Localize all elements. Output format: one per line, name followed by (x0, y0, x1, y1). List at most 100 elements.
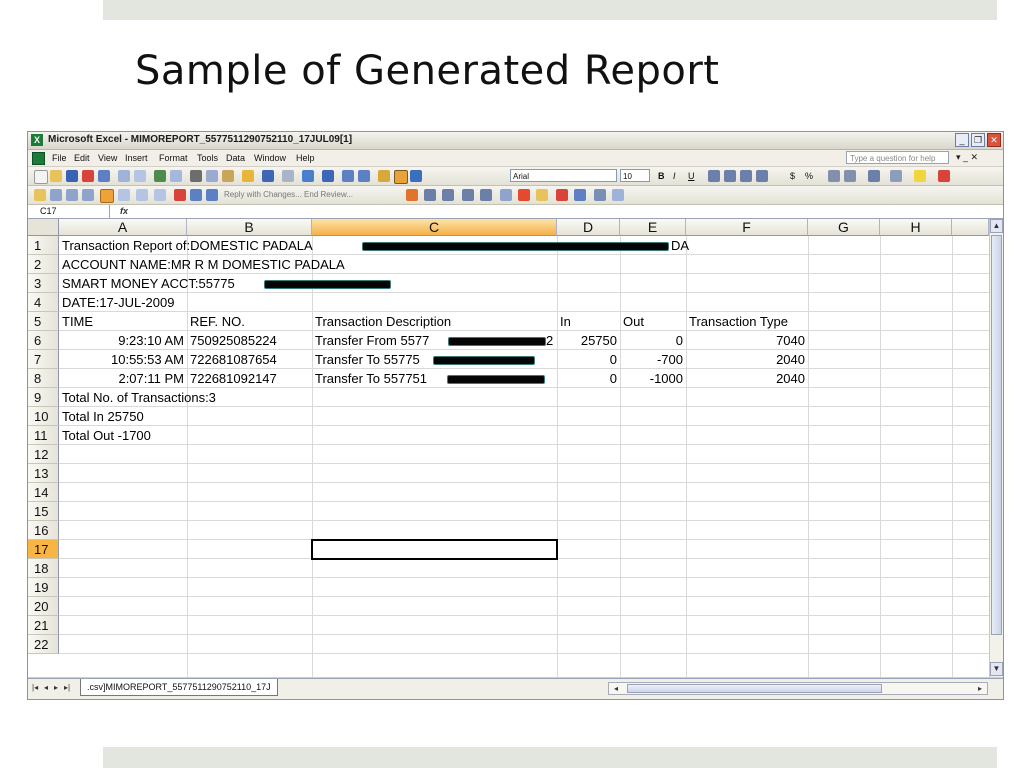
menu-tools[interactable]: Tools (197, 153, 218, 163)
trace-dependents-icon[interactable] (424, 189, 436, 201)
cell-c6-tail[interactable]: 2 (546, 331, 553, 350)
cell-a6[interactable]: 9:23:10 AM (59, 331, 184, 350)
row-header[interactable]: 9 (28, 388, 59, 407)
accept-changes-icon[interactable] (136, 189, 148, 201)
cell-c5[interactable]: Transaction Description (315, 312, 451, 331)
track-changes-icon[interactable] (118, 189, 130, 201)
cell-b6[interactable]: 750925085224 (190, 331, 277, 350)
help-search-input[interactable]: Type a question for help (846, 151, 949, 164)
scroll-right-icon[interactable]: ▸ (973, 683, 987, 694)
cell-a9[interactable]: Total No. of Transactions:3 (62, 388, 216, 407)
cell-e8[interactable]: -1000 (620, 369, 683, 388)
menu-file[interactable]: File (52, 153, 67, 163)
column-header-f[interactable]: F (686, 219, 808, 236)
permission-icon[interactable] (82, 170, 94, 182)
cell-a7[interactable]: 10:55:53 AM (59, 350, 184, 369)
comment-next-icon[interactable] (66, 189, 78, 201)
cell-c7[interactable]: Transfer To 55775 (315, 350, 420, 369)
align-center-icon[interactable] (724, 170, 736, 182)
row-header[interactable]: 16 (28, 521, 59, 540)
cell-a3[interactable]: SMART MONEY ACCT:55775 (62, 274, 235, 293)
first-sheet-icon[interactable]: |◂ (32, 683, 38, 692)
row-header[interactable]: 15 (28, 502, 59, 521)
new-icon[interactable] (34, 170, 48, 184)
hyperlink-icon[interactable] (302, 170, 314, 182)
redo-icon[interactable] (282, 170, 294, 182)
evaluate-formula-icon[interactable] (556, 189, 568, 201)
paste-icon[interactable] (222, 170, 234, 182)
column-header-h[interactable]: H (880, 219, 952, 236)
open-icon[interactable] (50, 170, 62, 182)
comment-icon[interactable] (50, 189, 62, 201)
print-icon[interactable] (118, 170, 130, 182)
sort-ascending-icon[interactable] (342, 170, 354, 182)
restore-button[interactable]: ❐ (971, 133, 985, 147)
horizontal-scrollbar[interactable]: ◂ ▸ (608, 682, 988, 695)
sheet-tab[interactable]: .csv]MIMOREPORT_5577511290752110_17J (80, 679, 278, 696)
cell-a10[interactable]: Total In 25750 (62, 407, 144, 426)
fill-color-icon[interactable] (914, 170, 926, 182)
increase-decimal-icon[interactable] (828, 170, 840, 182)
row-header[interactable]: 12 (28, 445, 59, 464)
cell-d6[interactable]: 25750 (557, 331, 617, 350)
spelling-icon[interactable] (154, 170, 166, 182)
prev-sheet-icon[interactable]: ◂ (44, 683, 48, 692)
row-header[interactable]: 7 (28, 350, 59, 369)
delete-comment-icon[interactable] (174, 189, 186, 201)
column-header-e[interactable]: E (620, 219, 686, 236)
row-header[interactable]: 11 (28, 426, 59, 445)
workbook-icon[interactable] (32, 152, 45, 165)
cut-icon[interactable] (190, 170, 202, 182)
row-header[interactable]: 22 (28, 635, 59, 654)
name-box[interactable]: C17 (30, 205, 110, 218)
row-header[interactable]: 14 (28, 483, 59, 502)
undo-icon[interactable] (262, 170, 274, 182)
menu-insert[interactable]: Insert (125, 153, 148, 163)
save-icon[interactable] (66, 170, 78, 182)
column-header-g[interactable]: G (808, 219, 880, 236)
font-size-select[interactable]: 10 (620, 169, 650, 182)
row-header[interactable]: 4 (28, 293, 59, 312)
column-header-b[interactable]: B (187, 219, 312, 236)
borders-icon[interactable] (890, 170, 902, 182)
cell-b5[interactable]: REF. NO. (190, 312, 245, 331)
scroll-up-icon[interactable]: ▲ (990, 219, 1003, 233)
vertical-scrollbar[interactable]: ▲ ▼ (989, 219, 1003, 677)
underline-button[interactable]: U (688, 171, 695, 181)
select-all-corner[interactable] (28, 219, 59, 236)
font-name-select[interactable]: Arial (510, 169, 617, 182)
active-cell-c17[interactable] (311, 539, 558, 560)
italic-button[interactable]: I (673, 171, 676, 181)
menu-edit[interactable]: Edit (74, 153, 90, 163)
copy-icon[interactable] (206, 170, 218, 182)
cell-e1[interactable]: DA (671, 236, 689, 255)
cell-f6[interactable]: 7040 (686, 331, 805, 350)
row-header-selected[interactable]: 17 (28, 540, 59, 559)
cell-a4[interactable]: DATE:17-JUL-2009 (62, 293, 174, 312)
close-button[interactable]: ✕ (987, 133, 1001, 147)
row-header[interactable]: 3 (28, 274, 59, 293)
cell-c8[interactable]: Transfer To 557751 (315, 369, 427, 388)
column-header-c[interactable]: C (312, 219, 557, 236)
font-color-icon[interactable] (938, 170, 950, 182)
folder-icon[interactable] (34, 189, 46, 201)
cell-f8[interactable]: 2040 (686, 369, 805, 388)
reply-with-changes-link[interactable]: Reply with Changes... End Review... (224, 190, 353, 199)
cell-b8[interactable]: 722681092147 (190, 369, 277, 388)
bold-button[interactable]: B (658, 171, 665, 181)
currency-button[interactable]: $ (790, 171, 795, 181)
vertical-scroll-thumb[interactable] (991, 235, 1002, 635)
cell-e7[interactable]: -700 (620, 350, 683, 369)
show-comments-icon[interactable] (100, 189, 114, 203)
column-header-d[interactable]: D (557, 219, 620, 236)
menu-view[interactable]: View (98, 153, 117, 163)
scroll-left-icon[interactable]: ◂ (609, 683, 623, 694)
cell-a8[interactable]: 2:07:11 PM (59, 369, 184, 388)
menu-window[interactable]: Window (254, 153, 286, 163)
drawing-icon[interactable] (394, 170, 408, 184)
cell-f5[interactable]: Transaction Type (689, 312, 788, 331)
scroll-down-icon[interactable]: ▼ (990, 662, 1003, 676)
cell-e6[interactable]: 0 (620, 331, 683, 350)
row-header[interactable]: 21 (28, 616, 59, 635)
reject-changes-icon[interactable] (154, 189, 166, 201)
